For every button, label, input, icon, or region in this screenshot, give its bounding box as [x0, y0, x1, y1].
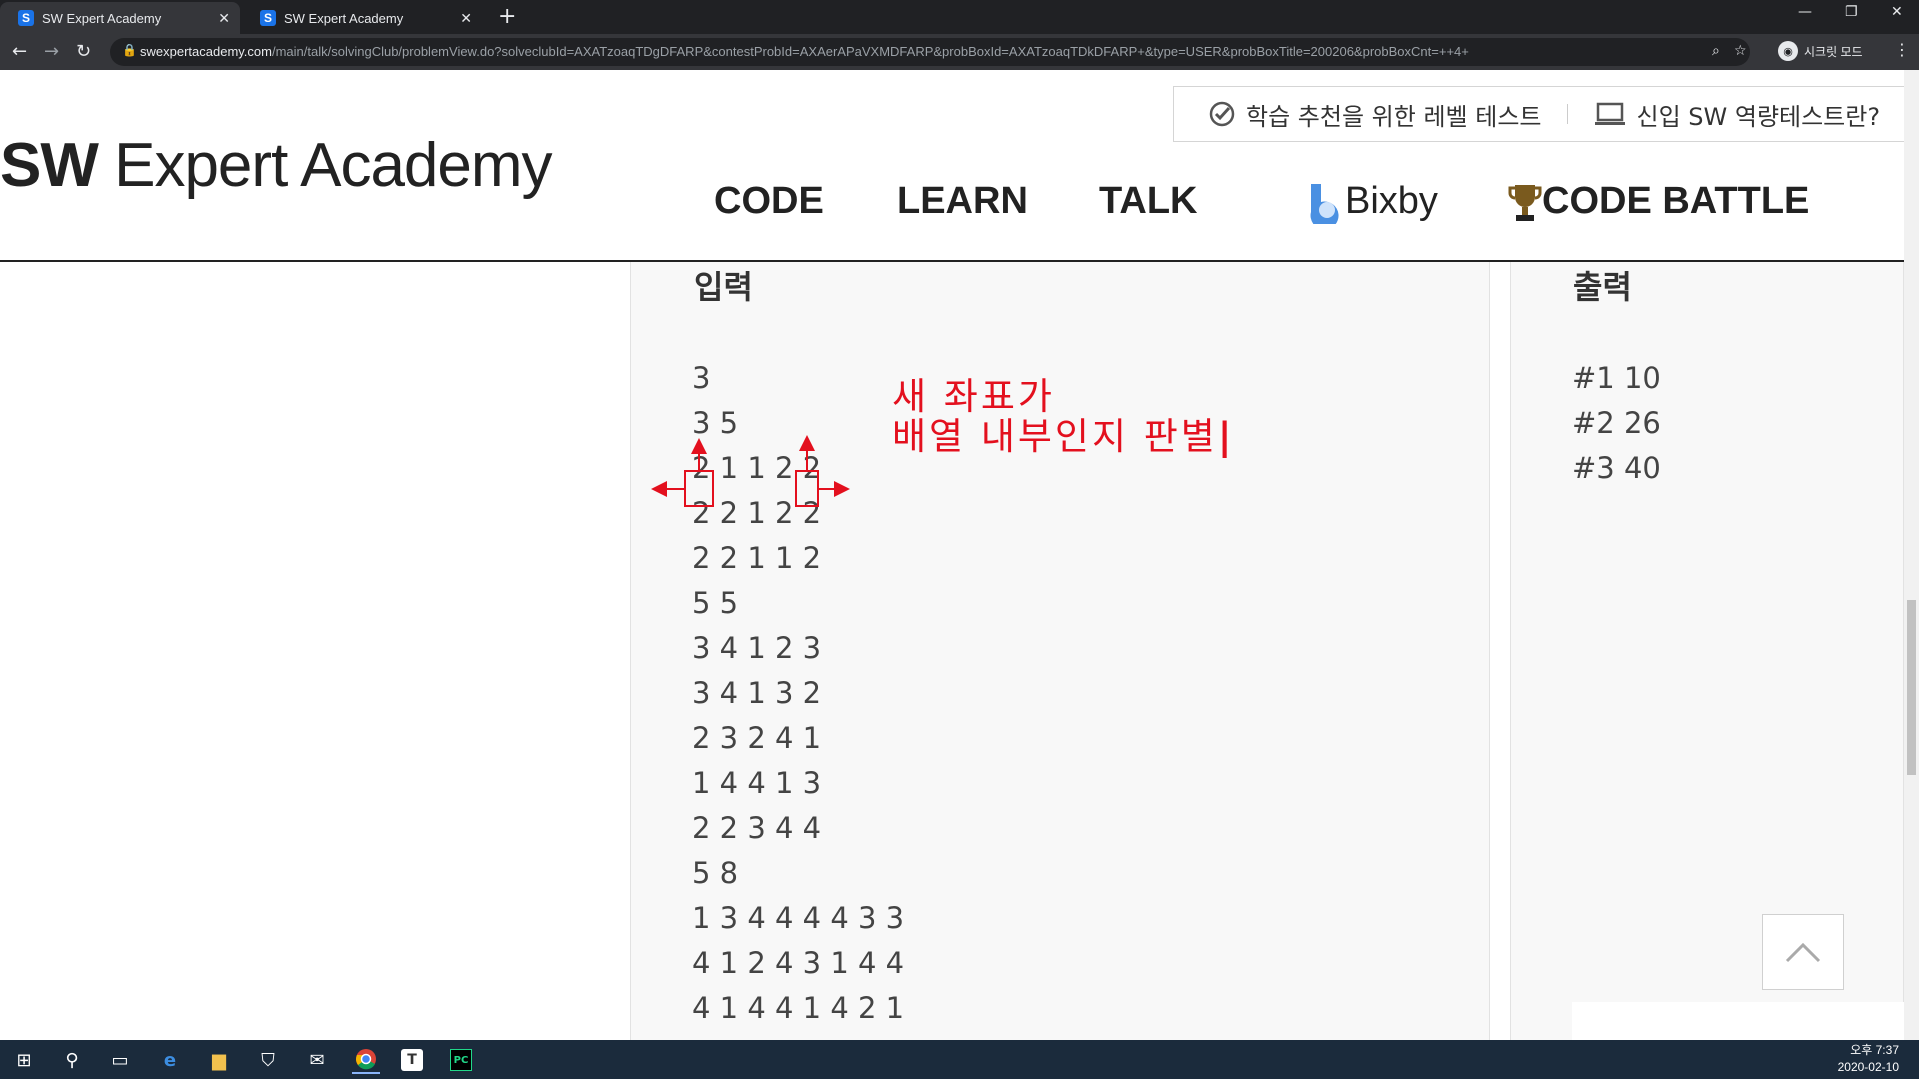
example-line: 4 1 2 4 3 1 4 4 [692, 946, 905, 980]
incognito-icon: ◉ [1778, 41, 1798, 61]
browser-tab-1[interactable]: S SW Expert Academy ✕ [0, 2, 240, 34]
example-line: 2 2 3 4 4 [692, 811, 822, 845]
example-line: 3 [692, 361, 711, 395]
zoom-icon[interactable]: ⌕ [1712, 43, 1720, 59]
nav-code-battle[interactable]: CODE BATTLE [1508, 180, 1809, 223]
tab-title: SW Expert Academy [42, 10, 162, 26]
output-title: 출력 [1573, 268, 1632, 306]
profile-label: 시크릿 모드 [1804, 44, 1863, 59]
menu-icon[interactable]: ⋮ [1894, 40, 1910, 59]
bixby-icon [1310, 183, 1339, 224]
nav-bixby[interactable]: Bixby [1305, 180, 1438, 224]
edge-icon[interactable]: e [156, 1046, 184, 1074]
lock-icon: 🔒 [122, 43, 137, 57]
example-line: 2 3 2 4 1 [692, 721, 822, 755]
typora-icon[interactable]: T [401, 1049, 423, 1071]
example-line: 4 1 4 4 1 4 2 1 [692, 991, 905, 1025]
input-title: 입력 [694, 268, 753, 306]
minimize-icon[interactable]: — [1798, 4, 1812, 20]
divider [1567, 104, 1569, 124]
trophy-icon [1508, 184, 1542, 221]
incognito-indicator[interactable]: ◉ 시크릿 모드 [1778, 41, 1863, 61]
scrollbar-thumb[interactable] [1907, 600, 1916, 775]
top-links-box: 학습 추천을 위한 레벨 테스트 신입 SW 역량테스트란? [1173, 86, 1904, 142]
example-line: 5 5 [692, 586, 739, 620]
page-content: 학습 추천을 위한 레벨 테스트 신입 SW 역량테스트란? SW Expert… [0, 70, 1904, 1040]
mail-icon[interactable]: ✉ [303, 1046, 331, 1074]
example-line: 3 4 1 3 2 [692, 676, 822, 710]
output-box [1572, 1002, 1904, 1040]
file-explorer-icon[interactable]: ▆ [205, 1046, 233, 1074]
chrome-icon[interactable] [352, 1046, 380, 1074]
annotation-text: 새 좌표가 배열 내부인지 판별| [892, 375, 1235, 458]
example-line: 1 3 4 4 4 4 3 3 [692, 901, 905, 935]
example-line: 2 2 1 2 2 [692, 496, 822, 530]
taskbar: ⊞ ⚲ ▭ e ▆ ⛉ ✉ T PC 오후 7:37 2020-02-10 [0, 1040, 1919, 1079]
pycharm-icon[interactable]: PC [450, 1049, 472, 1071]
example-line: 3 4 1 2 3 [692, 631, 822, 665]
check-circle-icon [1209, 101, 1235, 127]
laptop-icon [1595, 102, 1626, 125]
nav-learn[interactable]: LEARN [897, 180, 1028, 223]
favicon-icon: S [18, 10, 34, 26]
example-line: 1 4 4 1 3 [692, 766, 822, 800]
tab-title: SW Expert Academy [284, 10, 404, 26]
forward-icon[interactable]: → [44, 41, 59, 62]
page-scrollbar[interactable] [1904, 70, 1919, 1040]
reload-icon[interactable]: ↻ [76, 41, 91, 62]
level-test-link[interactable]: 학습 추천을 위한 레벨 테스트 [1208, 97, 1541, 132]
example-line: 5 8 [692, 856, 739, 890]
address-bar[interactable]: 🔒 swexpertacademy.com/main/talk/solvingC… [110, 38, 1750, 66]
star-icon[interactable]: ☆ [1734, 43, 1747, 59]
url-text[interactable]: swexpertacademy.com/main/talk/solvingClu… [140, 44, 1469, 59]
windows-start-icon[interactable]: ⊞ [10, 1046, 38, 1074]
example-line: #2 26 [1572, 406, 1661, 440]
example-line: 2 2 1 1 2 [692, 541, 822, 575]
output-example: #1 10 #2 26 #3 40 [1572, 356, 1661, 491]
search-icon[interactable]: ⚲ [58, 1046, 86, 1074]
restore-icon[interactable]: ❐ [1845, 4, 1858, 20]
browser-tab-2[interactable]: S SW Expert Academy ✕ [242, 2, 482, 34]
chevron-up-icon [1785, 942, 1821, 963]
store-icon[interactable]: ⛉ [254, 1046, 282, 1074]
close-window-icon[interactable]: ✕ [1891, 4, 1903, 20]
scroll-to-top-button[interactable] [1762, 914, 1844, 990]
sw-test-link[interactable]: 신입 SW 역량테스트란? [1594, 97, 1880, 132]
close-tab-icon[interactable]: ✕ [218, 10, 230, 27]
new-tab-button[interactable]: + [498, 4, 516, 29]
nav-code[interactable]: CODE [714, 180, 824, 223]
close-tab-icon[interactable]: ✕ [460, 10, 472, 27]
site-logo[interactable]: SW Expert Academy [0, 130, 553, 201]
input-example: 3 3 5 2 1 1 2 2 2 2 1 2 2 2 2 1 1 2 5 5 3 4 1 … [692, 356, 904, 1031]
tab-strip: S SW Expert Academy ✕ S SW Expert Academ… [0, 0, 1919, 34]
example-line: #1 10 [1572, 361, 1661, 395]
nav-talk[interactable]: TALK [1099, 180, 1198, 223]
system-clock[interactable]: 오후 7:37 2020-02-10 [1838, 1042, 1899, 1076]
task-view-icon[interactable]: ▭ [106, 1046, 134, 1074]
browser-toolbar: ← → ↻ 🔒 swexpertacademy.com/main/talk/so… [0, 34, 1919, 70]
favicon-icon: S [260, 10, 276, 26]
back-icon[interactable]: ← [12, 41, 27, 62]
output-panel [1510, 262, 1904, 1040]
example-line: 3 5 [692, 406, 739, 440]
example-line: #3 40 [1572, 451, 1661, 485]
chrome-logo-icon [356, 1049, 376, 1070]
example-line: 2 1 1 2 2 [692, 451, 822, 485]
